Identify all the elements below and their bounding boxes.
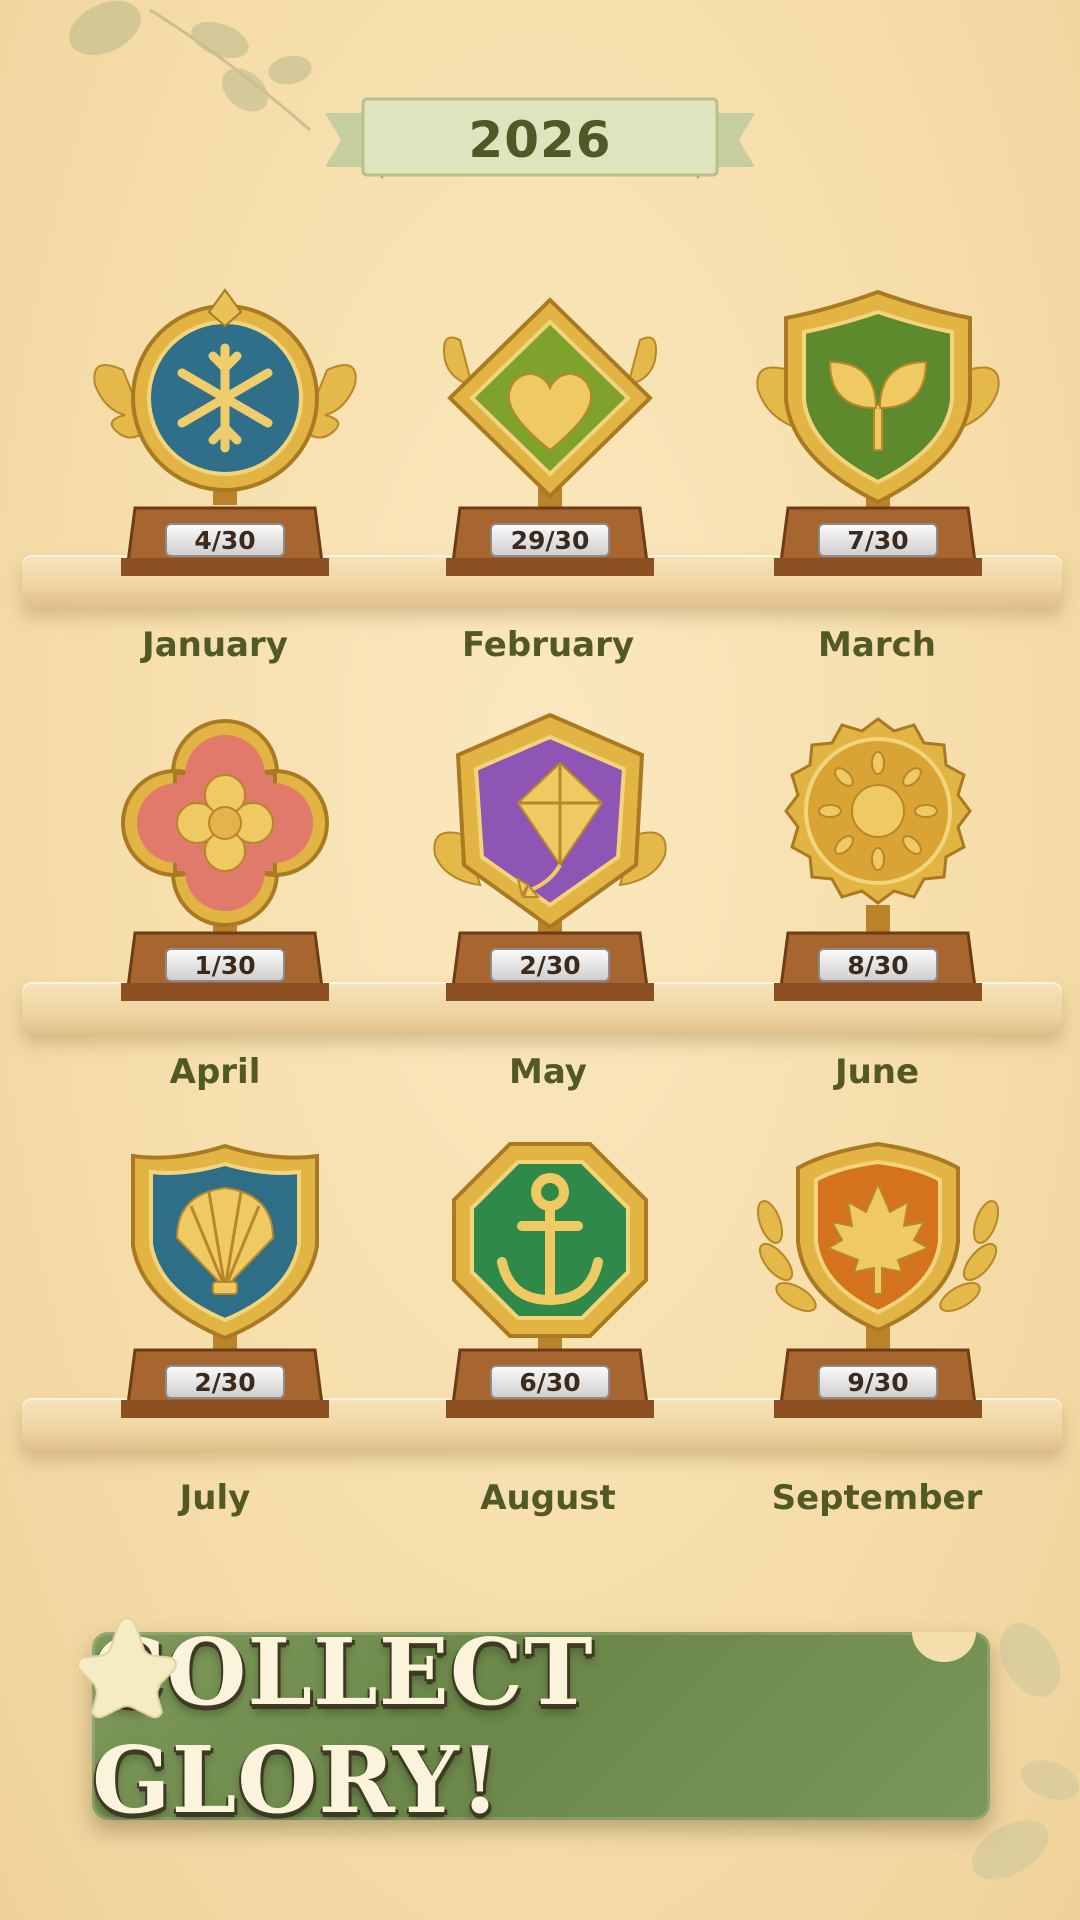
progress-plaque: 29/30 <box>490 523 610 557</box>
collect-glory-label: COLLECT GLORY! <box>92 1632 594 1820</box>
star-icon <box>77 1616 177 1719</box>
trophy-september[interactable]: 9/30 <box>738 1122 1018 1422</box>
trophy-february[interactable]: 29/30 <box>410 280 690 580</box>
sun-icon <box>818 751 938 871</box>
collect-glory-button[interactable]: COLLECT GLORY! <box>92 1632 990 1820</box>
trophy-may[interactable]: 2/30 <box>410 705 690 1005</box>
progress-plaque: 2/30 <box>490 948 610 982</box>
month-label-september: September <box>771 1478 983 1518</box>
progress-plaque: 7/30 <box>818 523 938 557</box>
progress-plaque: 8/30 <box>818 948 938 982</box>
month-label-june: June <box>834 1052 920 1092</box>
progress-plaque: 2/30 <box>165 1365 285 1399</box>
trophy-april[interactable]: 1/30 <box>85 705 365 1005</box>
month-label-august: August <box>480 1478 616 1518</box>
leaves-decoration-top <box>69 0 312 132</box>
year-title: 2026 <box>468 111 612 169</box>
progress-plaque: 9/30 <box>818 1365 938 1399</box>
trophy-june[interactable]: 8/30 <box>738 705 1018 1005</box>
month-label-january: January <box>142 625 288 665</box>
month-label-april: April <box>169 1052 261 1092</box>
month-label-may: May <box>509 1052 587 1092</box>
progress-plaque: 4/30 <box>165 523 285 557</box>
trophy-january[interactable]: 4/30 <box>85 280 365 580</box>
month-label-february: February <box>461 625 635 665</box>
trophy-august[interactable]: 6/30 <box>410 1122 690 1422</box>
year-ribbon: 2026 <box>325 95 755 185</box>
progress-plaque: 1/30 <box>165 948 285 982</box>
trophy-july[interactable]: 2/30 <box>85 1122 365 1422</box>
progress-plaque: 6/30 <box>490 1365 610 1399</box>
month-label-march: March <box>818 625 936 665</box>
month-label-july: July <box>179 1478 251 1518</box>
trophy-march[interactable]: 7/30 <box>738 280 1018 580</box>
